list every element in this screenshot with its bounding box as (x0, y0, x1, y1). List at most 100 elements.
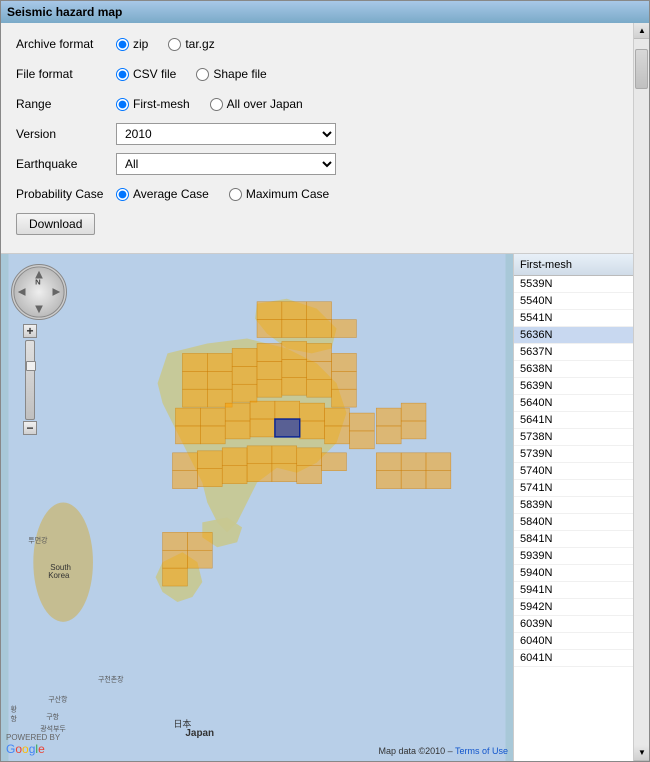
file-shape-label: Shape file (213, 67, 266, 81)
range-all-label: All over Japan (227, 97, 303, 111)
list-items-container[interactable]: 5539N5540N5541N5636N5637N5638N5639N5640N… (514, 276, 633, 761)
zoom-controls: + − (23, 324, 37, 436)
file-shape-radio[interactable] (196, 68, 209, 81)
list-item[interactable]: 5641N (514, 412, 633, 429)
probability-maximum-label: Maximum Case (246, 187, 329, 201)
scrollbar-track[interactable] (634, 39, 649, 745)
range-all-radio[interactable] (210, 98, 223, 111)
list-panel: First-mesh 5539N5540N5541N5636N5637N5638… (513, 254, 633, 761)
navigation-control[interactable]: N (11, 264, 67, 320)
list-item[interactable]: 5739N (514, 446, 633, 463)
file-csv-radio[interactable] (116, 68, 129, 81)
list-scrollable: 5539N5540N5541N5636N5637N5638N5639N5640N… (514, 276, 633, 761)
archive-targz-radio[interactable] (168, 38, 181, 51)
file-csv-option[interactable]: CSV file (116, 67, 176, 81)
archive-zip-radio[interactable] (116, 38, 129, 51)
list-item[interactable]: 5636N (514, 327, 633, 344)
range-all-option[interactable]: All over Japan (210, 97, 303, 111)
archive-format-label: Archive format (16, 37, 116, 51)
earthquake-row: Earthquake All (16, 153, 618, 175)
file-format-group: CSV file Shape file (116, 67, 267, 81)
list-item[interactable]: 5942N (514, 599, 633, 616)
svg-text:日本: 日本 (173, 718, 191, 729)
list-item[interactable]: 5637N (514, 344, 633, 361)
file-format-label: File format (16, 67, 116, 81)
list-item[interactable]: 5541N (514, 310, 633, 327)
nav-circle[interactable]: N (11, 264, 67, 320)
svg-text:구항: 구항 (46, 712, 59, 721)
svg-text:항: 항 (10, 714, 17, 723)
main-window: Seismic hazard map Archive format zip (0, 0, 650, 762)
list-item[interactable]: 5839N (514, 497, 633, 514)
archive-format-group: zip tar.gz (116, 37, 215, 51)
google-logo-g: G (6, 742, 15, 756)
list-item[interactable]: 5738N (514, 429, 633, 446)
google-logo: Google (6, 742, 60, 756)
range-first-label: First-mesh (133, 97, 190, 111)
archive-zip-option[interactable]: zip (116, 37, 148, 51)
scrollbar-thumb[interactable] (635, 49, 648, 89)
range-label: Range (16, 97, 116, 111)
list-item[interactable]: 5639N (514, 378, 633, 395)
probability-average-label: Average Case (133, 187, 209, 201)
archive-targz-label: tar.gz (185, 37, 214, 51)
probability-maximum-radio[interactable] (229, 188, 242, 201)
list-item[interactable]: 5539N (514, 276, 633, 293)
svg-text:투먼강: 투먼강 (28, 535, 48, 544)
list-item[interactable]: 5638N (514, 361, 633, 378)
google-logo-o2: o (22, 742, 29, 756)
archive-format-row: Archive format zip tar.gz (16, 33, 618, 55)
list-item[interactable]: 6039N (514, 616, 633, 633)
list-item[interactable]: 5940N (514, 565, 633, 582)
list-item[interactable]: 6040N (514, 633, 633, 650)
range-group: First-mesh All over Japan (116, 97, 303, 111)
earthquake-select[interactable]: All (116, 153, 336, 175)
terms-of-use-link[interactable]: Terms of Use (455, 746, 508, 756)
zoom-out-button[interactable]: − (23, 421, 37, 435)
zoom-slider[interactable] (25, 340, 35, 420)
list-item[interactable]: 5640N (514, 395, 633, 412)
version-select[interactable]: 2010 (116, 123, 336, 145)
map-and-list: Japan 日本 South Korea 구천촌장 구산항 구항 광석부두 황 … (1, 254, 633, 761)
list-item[interactable]: 5941N (514, 582, 633, 599)
content-area: Archive format zip tar.gz File (1, 23, 649, 761)
file-format-row: File format CSV file Shape file (16, 63, 618, 85)
probability-maximum-option[interactable]: Maximum Case (229, 187, 329, 201)
map-svg: Japan 日本 South Korea 구천촌장 구산항 구항 광석부두 황 … (1, 254, 513, 761)
download-button[interactable]: Download (16, 213, 95, 235)
svg-text:광석부두: 광석부두 (40, 724, 66, 733)
list-item[interactable]: 6041N (514, 650, 633, 667)
svg-text:구천촌장: 구천촌장 (98, 674, 124, 683)
controls-panel: Archive format zip tar.gz File (1, 23, 633, 254)
list-item[interactable]: 5540N (514, 293, 633, 310)
probability-average-radio[interactable] (116, 188, 129, 201)
file-csv-label: CSV file (133, 67, 176, 81)
scroll-up-button[interactable]: ▲ (634, 23, 649, 39)
version-label: Version (16, 127, 116, 141)
main-panel: Archive format zip tar.gz File (1, 23, 633, 761)
google-branding: POWERED BY Google (6, 733, 60, 756)
svg-text:황: 황 (10, 704, 17, 713)
main-scrollbar[interactable]: ▲ ▼ (633, 23, 649, 761)
range-first-option[interactable]: First-mesh (116, 97, 190, 111)
map-data-text: Map data ©2010 (378, 746, 445, 756)
file-shape-option[interactable]: Shape file (196, 67, 266, 81)
scroll-down-button[interactable]: ▼ (634, 745, 649, 761)
probability-row: Probability Case Average Case Maximum Ca… (16, 183, 618, 205)
window-title: Seismic hazard map (7, 5, 122, 19)
list-item[interactable]: 5939N (514, 548, 633, 565)
archive-targz-option[interactable]: tar.gz (168, 37, 214, 51)
range-row: Range First-mesh All over Japan (16, 93, 618, 115)
list-item[interactable]: 5840N (514, 514, 633, 531)
range-first-radio[interactable] (116, 98, 129, 111)
zoom-in-button[interactable]: + (23, 324, 37, 338)
google-logo-e: e (38, 742, 45, 756)
map-area[interactable]: Japan 日本 South Korea 구천촌장 구산항 구항 광석부두 황 … (1, 254, 513, 761)
list-item[interactable]: 5740N (514, 463, 633, 480)
list-item[interactable]: 5841N (514, 531, 633, 548)
powered-by-text: POWERED BY (6, 733, 60, 742)
svg-text:Japan: Japan (185, 728, 214, 739)
list-item[interactable]: 5741N (514, 480, 633, 497)
download-row: Download (16, 213, 618, 235)
probability-average-option[interactable]: Average Case (116, 187, 209, 201)
